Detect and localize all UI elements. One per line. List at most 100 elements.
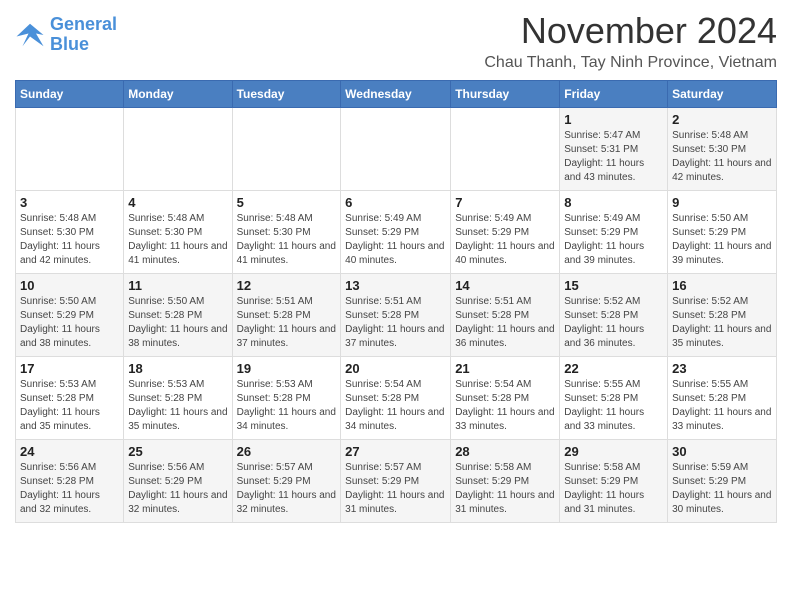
header-day-saturday: Saturday	[668, 81, 777, 108]
day-number: 1	[564, 112, 663, 127]
calendar-cell: 28Sunrise: 5:58 AM Sunset: 5:29 PM Dayli…	[451, 440, 560, 523]
day-detail: Sunrise: 5:48 AM Sunset: 5:30 PM Dayligh…	[128, 212, 227, 268]
header-day-sunday: Sunday	[16, 81, 124, 108]
day-number: 23	[672, 361, 772, 376]
logo-icon	[15, 20, 45, 50]
calendar-cell: 8 Sunrise: 5:49 AM Sunset: 5:29 PM Daylig…	[560, 191, 668, 274]
header: General Blue November 2024 Chau Thanh, T…	[15, 10, 777, 72]
calendar-cell: 23 Sunrise: 5:55 AM Sunset: 5:28 PM Dayli…	[668, 357, 777, 440]
calendar-cell: 7 Sunrise: 5:49 AM Sunset: 5:29 PM Daylig…	[451, 191, 560, 274]
calendar-cell: 6Sunrise: 5:49 AM Sunset: 5:29 PM Daylig…	[341, 191, 451, 274]
day-detail: Sunrise: 5:54 AM Sunset: 5:28 PM Dayligh…	[455, 378, 555, 434]
calendar-cell: 19 Sunrise: 5:53 AM Sunset: 5:28 PM Dayli…	[232, 357, 341, 440]
day-detail: Sunrise: 5:53 AM Sunset: 5:28 PM Dayligh…	[128, 378, 227, 434]
calendar-cell: 1 Sunrise: 5:47 AM Sunset: 5:31 PM Daylig…	[560, 108, 668, 191]
day-number: 25	[128, 444, 227, 459]
calendar-cell: 17 Sunrise: 5:53 AM Sunset: 5:28 PM Dayli…	[16, 357, 124, 440]
calendar-cell: 14Sunrise: 5:51 AM Sunset: 5:28 PM Dayli…	[451, 274, 560, 357]
day-detail: Sunrise: 5:50 AM Sunset: 5:29 PM Dayligh…	[672, 212, 772, 268]
calendar-week-row: 24 Sunrise: 5:56 AM Sunset: 5:28 PM Dayli…	[16, 440, 777, 523]
logo-line2: Blue	[50, 34, 89, 54]
header-day-monday: Monday	[124, 81, 232, 108]
day-detail: Sunrise: 5:47 AM Sunset: 5:31 PM Dayligh…	[564, 129, 663, 185]
day-detail: Sunrise: 5:54 AM Sunset: 5:28 PM Dayligh…	[345, 378, 446, 434]
calendar-cell: 9 Sunrise: 5:50 AM Sunset: 5:29 PM Daylig…	[668, 191, 777, 274]
day-number: 4	[128, 195, 227, 210]
calendar-cell	[16, 108, 124, 191]
day-detail: Sunrise: 5:55 AM Sunset: 5:28 PM Dayligh…	[564, 378, 663, 434]
calendar-header-row: SundayMondayTuesdayWednesdayThursdayFrid…	[16, 81, 777, 108]
location-title: Chau Thanh, Tay Ninh Province, Vietnam	[484, 54, 777, 72]
day-number: 16	[672, 278, 772, 293]
calendar-cell: 13Sunrise: 5:51 AM Sunset: 5:28 PM Dayli…	[341, 274, 451, 357]
day-number: 8	[564, 195, 663, 210]
day-number: 17	[20, 361, 119, 376]
day-number: 11	[128, 278, 227, 293]
day-detail: Sunrise: 5:53 AM Sunset: 5:28 PM Dayligh…	[20, 378, 119, 434]
logo-line1: General	[50, 14, 117, 34]
calendar-week-row: 10Sunrise: 5:50 AM Sunset: 5:29 PM Dayli…	[16, 274, 777, 357]
calendar-week-row: 3Sunrise: 5:48 AM Sunset: 5:30 PM Daylig…	[16, 191, 777, 274]
day-detail: Sunrise: 5:58 AM Sunset: 5:29 PM Dayligh…	[564, 461, 663, 517]
day-detail: Sunrise: 5:57 AM Sunset: 5:29 PM Dayligh…	[237, 461, 337, 517]
header-day-wednesday: Wednesday	[341, 81, 451, 108]
calendar-week-row: 17 Sunrise: 5:53 AM Sunset: 5:28 PM Dayli…	[16, 357, 777, 440]
day-detail: Sunrise: 5:50 AM Sunset: 5:28 PM Dayligh…	[128, 295, 227, 351]
day-detail: Sunrise: 5:48 AM Sunset: 5:30 PM Dayligh…	[20, 212, 119, 268]
day-number: 20	[345, 361, 446, 376]
title-area: November 2024 Chau Thanh, Tay Ninh Provi…	[484, 10, 777, 72]
calendar-cell: 3Sunrise: 5:48 AM Sunset: 5:30 PM Daylig…	[16, 191, 124, 274]
day-detail: Sunrise: 5:53 AM Sunset: 5:28 PM Dayligh…	[237, 378, 337, 434]
calendar-cell	[232, 108, 341, 191]
day-number: 24	[20, 444, 119, 459]
day-number: 30	[672, 444, 772, 459]
header-day-friday: Friday	[560, 81, 668, 108]
day-number: 7	[455, 195, 555, 210]
calendar-cell: 18Sunrise: 5:53 AM Sunset: 5:28 PM Dayli…	[124, 357, 232, 440]
day-detail: Sunrise: 5:56 AM Sunset: 5:28 PM Dayligh…	[20, 461, 119, 517]
day-detail: Sunrise: 5:49 AM Sunset: 5:29 PM Dayligh…	[564, 212, 663, 268]
day-detail: Sunrise: 5:52 AM Sunset: 5:28 PM Dayligh…	[672, 295, 772, 351]
calendar-cell: 15Sunrise: 5:52 AM Sunset: 5:28 PM Dayli…	[560, 274, 668, 357]
day-detail: Sunrise: 5:52 AM Sunset: 5:28 PM Dayligh…	[564, 295, 663, 351]
calendar-cell: 11 Sunrise: 5:50 AM Sunset: 5:28 PM Dayli…	[124, 274, 232, 357]
day-number: 26	[237, 444, 337, 459]
day-number: 22	[564, 361, 663, 376]
calendar-cell: 16 Sunrise: 5:52 AM Sunset: 5:28 PM Dayli…	[668, 274, 777, 357]
calendar-week-row: 1 Sunrise: 5:47 AM Sunset: 5:31 PM Daylig…	[16, 108, 777, 191]
logo-text: General Blue	[50, 15, 117, 55]
day-number: 10	[20, 278, 119, 293]
day-detail: Sunrise: 5:51 AM Sunset: 5:28 PM Dayligh…	[345, 295, 446, 351]
day-number: 21	[455, 361, 555, 376]
day-number: 12	[237, 278, 337, 293]
header-day-tuesday: Tuesday	[232, 81, 341, 108]
day-detail: Sunrise: 5:48 AM Sunset: 5:30 PM Dayligh…	[672, 129, 772, 185]
calendar-cell: 29 Sunrise: 5:58 AM Sunset: 5:29 PM Dayli…	[560, 440, 668, 523]
day-detail: Sunrise: 5:59 AM Sunset: 5:29 PM Dayligh…	[672, 461, 772, 517]
calendar-cell: 5 Sunrise: 5:48 AM Sunset: 5:30 PM Daylig…	[232, 191, 341, 274]
calendar-cell: 21 Sunrise: 5:54 AM Sunset: 5:28 PM Dayli…	[451, 357, 560, 440]
calendar-cell: 22 Sunrise: 5:55 AM Sunset: 5:28 PM Dayli…	[560, 357, 668, 440]
day-detail: Sunrise: 5:55 AM Sunset: 5:28 PM Dayligh…	[672, 378, 772, 434]
day-number: 19	[237, 361, 337, 376]
day-detail: Sunrise: 5:48 AM Sunset: 5:30 PM Dayligh…	[237, 212, 337, 268]
logo: General Blue	[15, 15, 117, 55]
calendar-cell: 24 Sunrise: 5:56 AM Sunset: 5:28 PM Dayli…	[16, 440, 124, 523]
day-detail: Sunrise: 5:57 AM Sunset: 5:29 PM Dayligh…	[345, 461, 446, 517]
header-day-thursday: Thursday	[451, 81, 560, 108]
day-number: 14	[455, 278, 555, 293]
day-number: 9	[672, 195, 772, 210]
day-detail: Sunrise: 5:49 AM Sunset: 5:29 PM Dayligh…	[345, 212, 446, 268]
calendar-cell: 12 Sunrise: 5:51 AM Sunset: 5:28 PM Dayli…	[232, 274, 341, 357]
calendar-cell: 20 Sunrise: 5:54 AM Sunset: 5:28 PM Dayli…	[341, 357, 451, 440]
day-number: 29	[564, 444, 663, 459]
calendar-cell: 30 Sunrise: 5:59 AM Sunset: 5:29 PM Dayli…	[668, 440, 777, 523]
day-number: 2	[672, 112, 772, 127]
day-detail: Sunrise: 5:49 AM Sunset: 5:29 PM Dayligh…	[455, 212, 555, 268]
day-number: 5	[237, 195, 337, 210]
calendar-cell	[124, 108, 232, 191]
day-number: 27	[345, 444, 446, 459]
day-detail: Sunrise: 5:51 AM Sunset: 5:28 PM Dayligh…	[237, 295, 337, 351]
calendar-cell	[341, 108, 451, 191]
calendar-cell: 27 Sunrise: 5:57 AM Sunset: 5:29 PM Dayli…	[341, 440, 451, 523]
